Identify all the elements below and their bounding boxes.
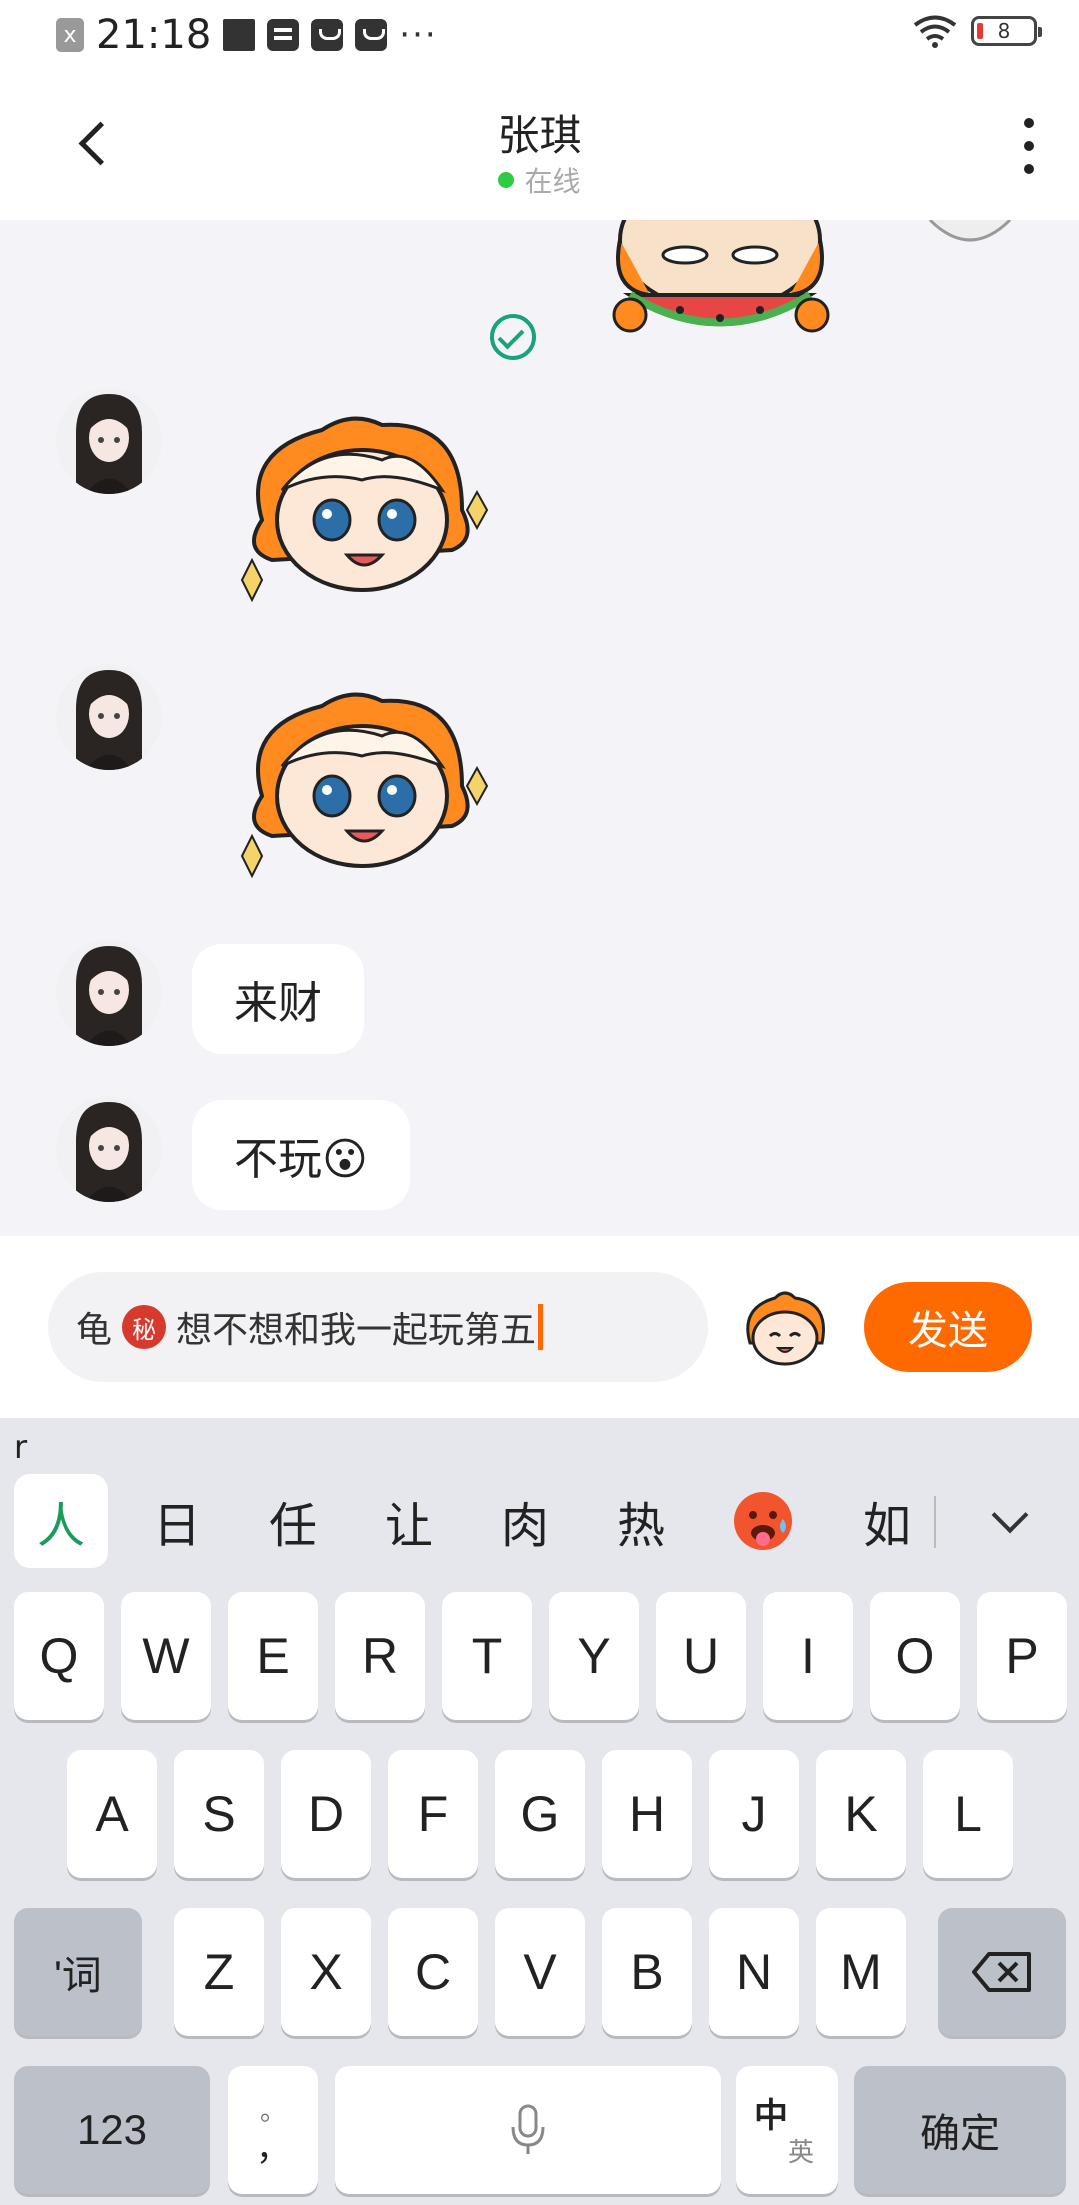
key[interactable]: U	[656, 1592, 746, 1720]
status-bar: x 21:18 ··· 8	[0, 0, 1079, 68]
backspace-icon	[972, 1952, 1031, 1992]
key[interactable]: N	[709, 1908, 799, 2036]
contact-status: 在线	[0, 160, 1079, 200]
mail-notification-icon	[311, 19, 344, 51]
wifi-icon	[913, 15, 957, 48]
online-dot-icon	[498, 172, 515, 188]
status-left: x 21:18 ···	[56, 10, 438, 60]
key[interactable]: E	[228, 1592, 318, 1720]
contact-avatar[interactable]	[56, 1096, 162, 1202]
girl-sticker[interactable]	[232, 410, 492, 610]
input-text: 想不想和我一起玩第五	[176, 1310, 537, 1351]
punct-bottom: ，	[256, 2130, 290, 2168]
key[interactable]: M	[816, 1908, 906, 2036]
battery-icon: 8	[971, 16, 1042, 46]
confirm-key[interactable]: 确定	[854, 2066, 1066, 2194]
note-notification-icon	[267, 19, 300, 51]
key[interactable]: J	[709, 1750, 799, 1878]
message-bubble[interactable]: 不玩😮	[192, 1100, 410, 1210]
secret-emoji-icon: 秘	[122, 1305, 167, 1349]
battery-level: 8	[997, 19, 1011, 43]
hot-face-emoji-icon	[734, 1492, 792, 1550]
mail-notification-icon-2	[355, 19, 388, 51]
clock: 21:18	[96, 12, 212, 58]
candidate-bar: 人 日 任 让 肉 热 如	[0, 1474, 1079, 1584]
girl-sticker[interactable]	[232, 686, 492, 886]
punctuation-key[interactable]: 。 ，	[228, 2066, 318, 2194]
punct-top: 。	[259, 2096, 286, 2126]
candidate[interactable]: 让	[374, 1474, 444, 1568]
language-switch-key[interactable]: 中 英	[736, 2066, 838, 2194]
key[interactable]: D	[281, 1750, 371, 1878]
space-key[interactable]	[335, 2066, 721, 2194]
more-notifications-icon: ···	[399, 15, 438, 55]
online-status-text: 在线	[524, 165, 581, 198]
key[interactable]: G	[495, 1750, 585, 1878]
key[interactable]: W	[121, 1592, 211, 1720]
sticker-button[interactable]	[740, 1288, 830, 1368]
key[interactable]: X	[281, 1908, 371, 2036]
key[interactable]: F	[388, 1750, 478, 1878]
watermelon-sticker[interactable]	[590, 220, 850, 350]
key[interactable]: B	[602, 1908, 692, 2036]
key[interactable]: S	[174, 1750, 264, 1878]
key[interactable]: Y	[549, 1592, 639, 1720]
candidate-divider	[934, 1496, 936, 1548]
keyboard: r 人 日 任 让 肉 热 如 Q W E R T Y U I O P A S …	[0, 1418, 1079, 2205]
message-input[interactable]: 龟 秘 想不想和我一起玩第五	[48, 1272, 708, 1382]
key[interactable]: C	[388, 1908, 478, 2036]
microphone-icon	[511, 2104, 545, 2154]
candidate[interactable]: 热	[606, 1474, 676, 1568]
contact-avatar[interactable]	[56, 664, 162, 770]
candidate[interactable]: 如	[852, 1474, 922, 1568]
text-cursor	[538, 1304, 544, 1350]
input-prefix: 龟	[76, 1310, 113, 1351]
more-options-button[interactable]	[1019, 118, 1039, 174]
backspace-key[interactable]	[938, 1908, 1066, 2036]
key[interactable]: P	[977, 1592, 1067, 1720]
key[interactable]: I	[763, 1592, 853, 1720]
key[interactable]: T	[442, 1592, 532, 1720]
expand-candidates-button[interactable]	[980, 1496, 1040, 1546]
key[interactable]: A	[67, 1750, 157, 1878]
message-list[interactable]: 来财 不玩😮	[0, 220, 1079, 1236]
key[interactable]: V	[495, 1908, 585, 2036]
key[interactable]: K	[816, 1750, 906, 1878]
notification-x-icon: x	[56, 18, 84, 52]
key[interactable]: Z	[174, 1908, 264, 2036]
status-right: 8	[913, 14, 1042, 48]
key[interactable]: R	[335, 1592, 425, 1720]
app-notification-icon	[223, 19, 256, 51]
partial-sticker	[928, 220, 1012, 242]
candidate[interactable]: 任	[258, 1474, 328, 1568]
key[interactable]: Q	[14, 1592, 104, 1720]
contact-avatar[interactable]	[56, 940, 162, 1046]
candidate-emoji[interactable]	[728, 1474, 798, 1568]
key[interactable]: L	[923, 1750, 1013, 1878]
chat-header: 张琪 在线	[0, 68, 1079, 220]
message-bubble[interactable]: 来财	[192, 944, 364, 1054]
contact-name: 张琪	[497, 111, 582, 160]
lang-zh: 中	[754, 2097, 788, 2135]
key[interactable]: O	[870, 1592, 960, 1720]
send-button[interactable]: 发送	[864, 1282, 1032, 1372]
pinyin-composition: r	[14, 1428, 28, 1466]
read-check-icon	[490, 314, 536, 360]
input-bar: 龟 秘 想不想和我一起玩第五 发送	[0, 1236, 1079, 1418]
contact-avatar[interactable]	[56, 388, 162, 494]
numbers-key[interactable]: 123	[14, 2066, 210, 2194]
candidate[interactable]: 人	[14, 1474, 108, 1568]
candidate[interactable]: 日	[142, 1474, 212, 1568]
key[interactable]: H	[602, 1750, 692, 1878]
word-key[interactable]: '词	[14, 1908, 142, 2036]
candidate[interactable]: 肉	[490, 1474, 560, 1568]
lang-en: 英	[788, 2137, 815, 2167]
